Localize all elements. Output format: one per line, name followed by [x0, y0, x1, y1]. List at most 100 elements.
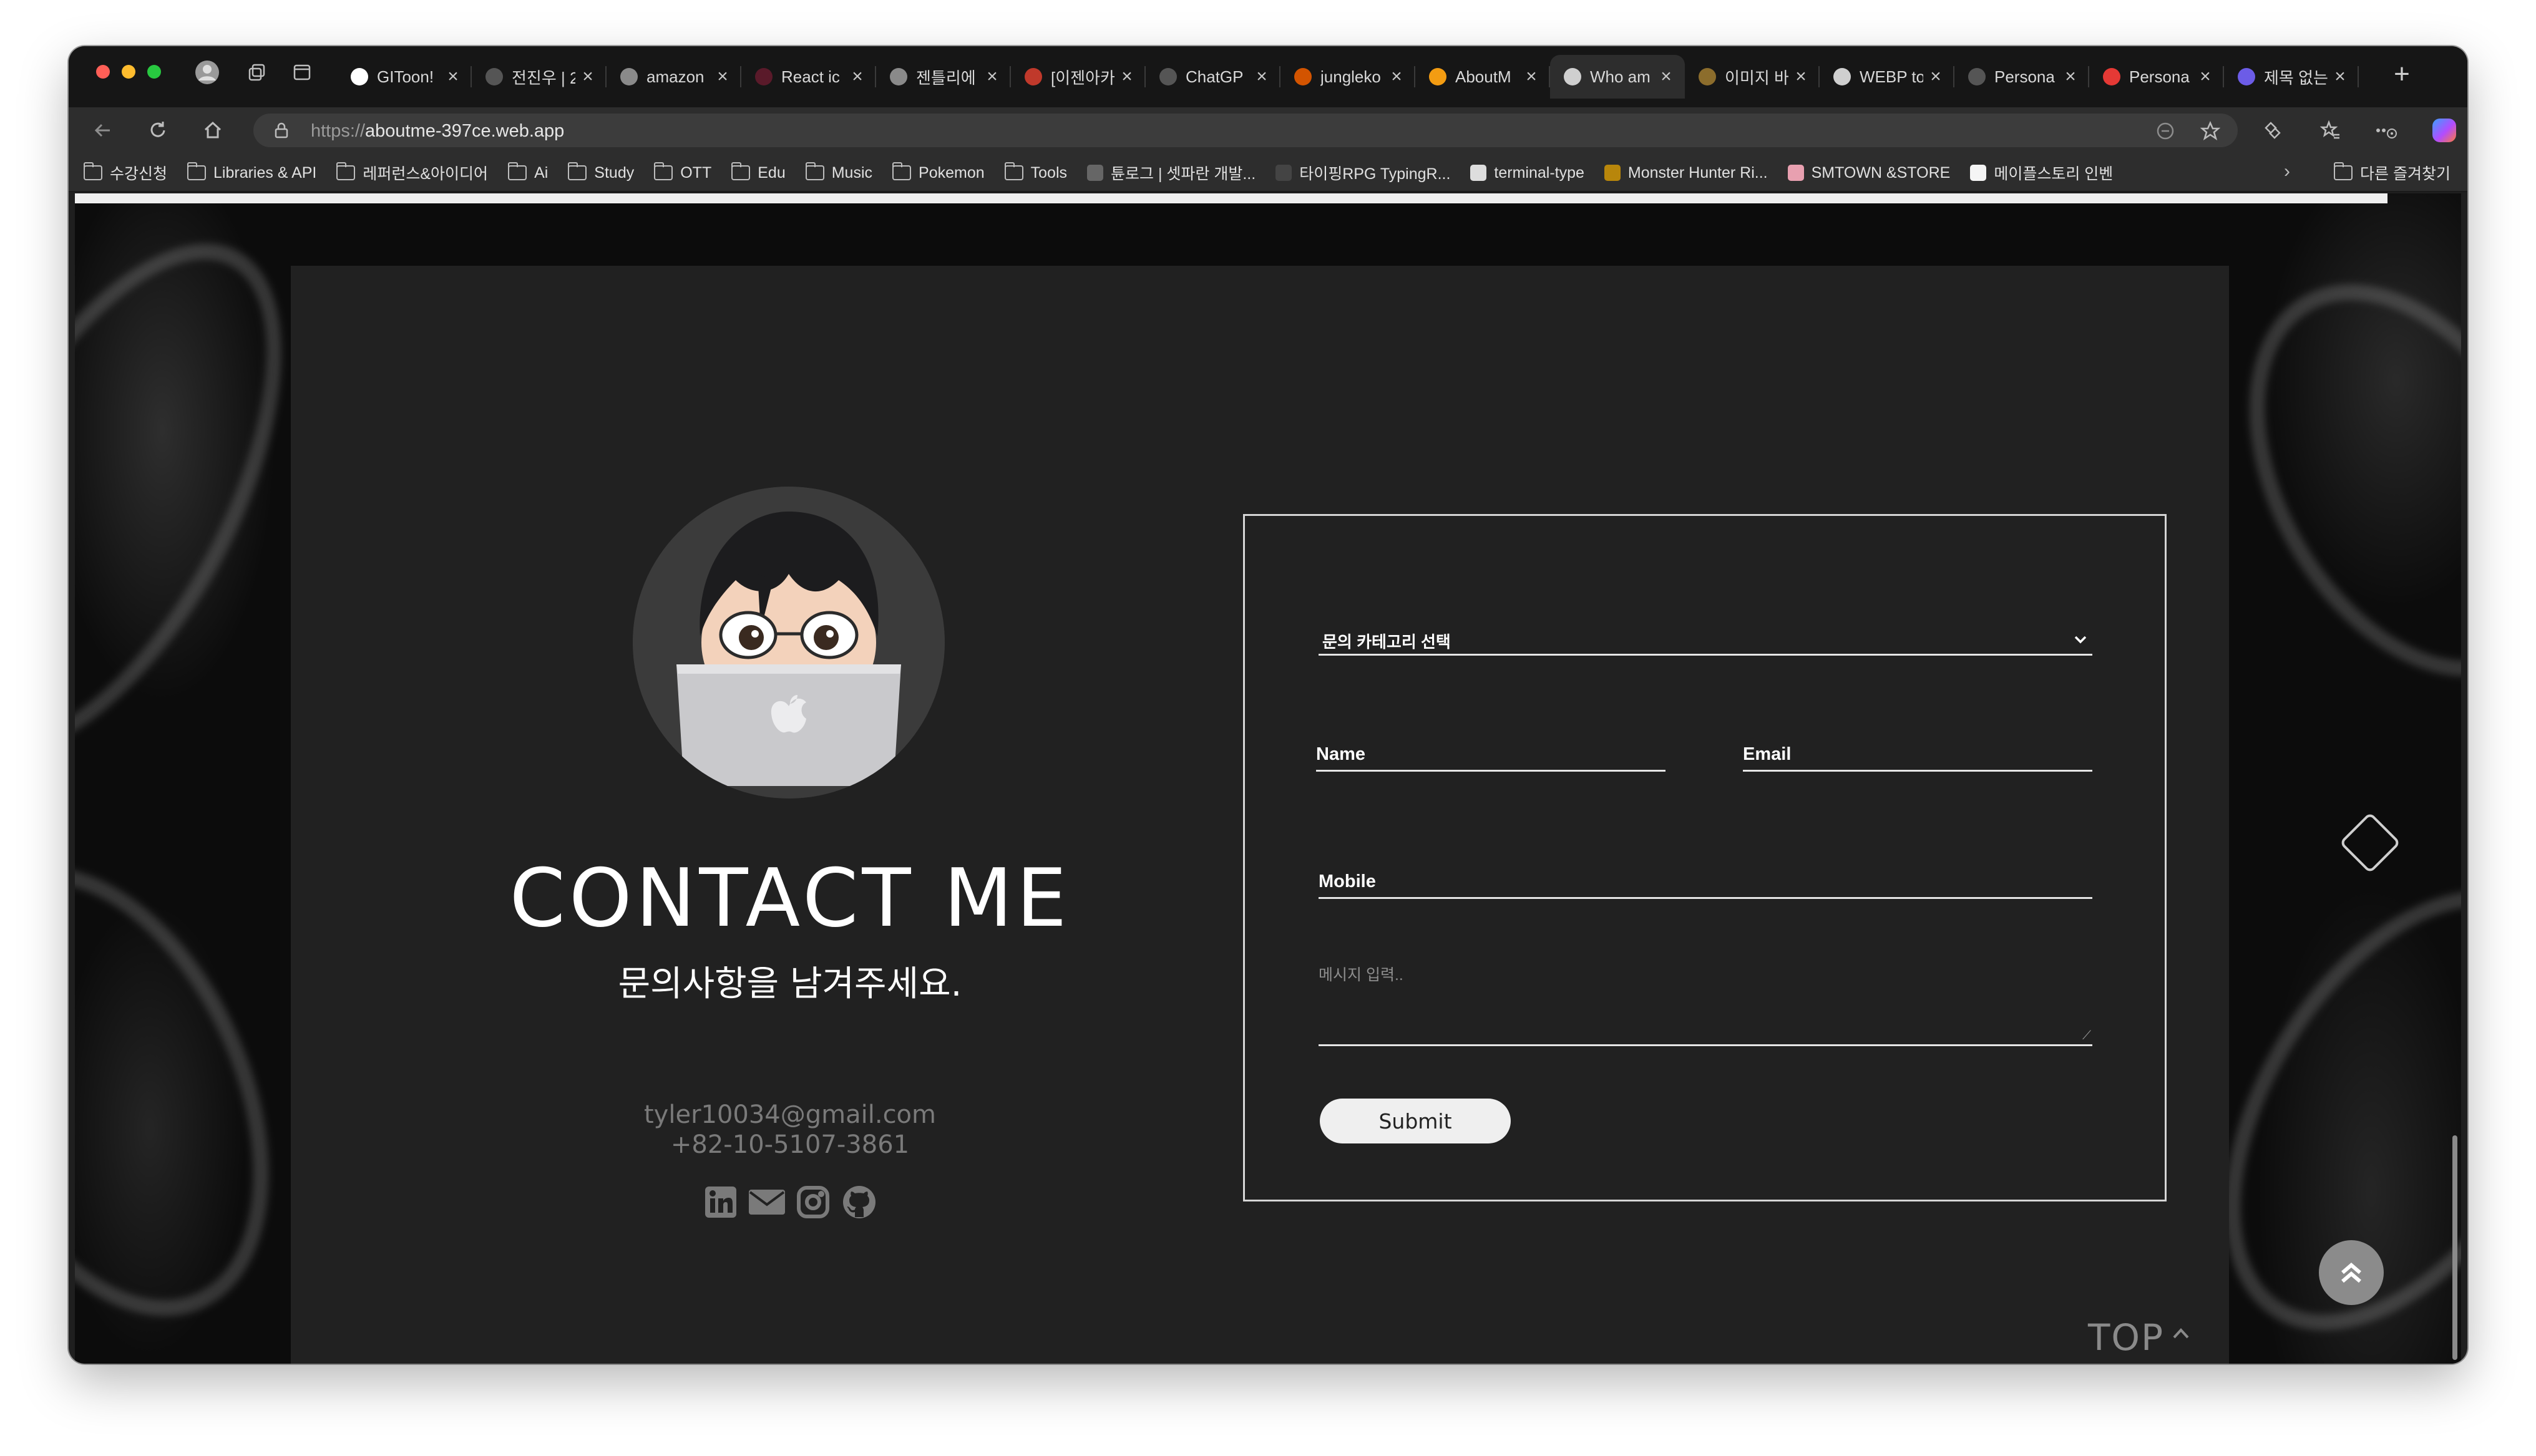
profile-icon[interactable]: [193, 59, 221, 86]
address-bar[interactable]: https://aboutme-397ce.web.app: [253, 114, 2238, 147]
tab-label: Persona: [2129, 67, 2190, 86]
close-icon[interactable]: ×: [1659, 66, 1674, 87]
browser-tab[interactable]: Who am ×: [1550, 55, 1685, 99]
browser-tab[interactable]: GIToon! ×: [337, 55, 472, 99]
workspaces-icon[interactable]: [243, 59, 271, 86]
close-icon[interactable]: ×: [1389, 66, 1404, 87]
diamond-nav-icon[interactable]: [2339, 812, 2401, 874]
browser-tab[interactable]: 젠틀리에 ×: [876, 55, 1011, 99]
bookmark-folder[interactable]: Pokemon: [892, 162, 985, 182]
close-icon[interactable]: ×: [1254, 66, 1269, 87]
bookmark-item[interactable]: 메이플스토리 인벤: [1970, 162, 2113, 184]
firebase-icon: [1429, 68, 1446, 85]
email-field[interactable]: Email: [1743, 734, 2092, 772]
close-icon[interactable]: ×: [1928, 66, 1943, 87]
browser-tab[interactable]: amazon ×: [607, 55, 741, 99]
contact-phone[interactable]: +82-10-5107-3861: [509, 1130, 1071, 1159]
new-tab-button[interactable]: +: [2386, 59, 2417, 90]
browser-tab[interactable]: [이젠아카 ×: [1011, 55, 1146, 99]
browser-tab[interactable]: 이미지 바 ×: [1685, 55, 1820, 99]
bookmark-item[interactable]: terminal-type: [1470, 164, 1584, 182]
extensions-icon[interactable]: [2256, 115, 2288, 146]
top-link[interactable]: TOP: [2088, 1316, 2190, 1359]
close-window-button[interactable]: [96, 65, 110, 79]
back-button[interactable]: [87, 115, 119, 146]
bookmark-item[interactable]: 타이핑RPG TypingR...: [1275, 162, 1450, 184]
message-placeholder: 메시지 입력..: [1319, 966, 1403, 984]
browser-tab[interactable]: Persona ×: [2089, 55, 2224, 99]
site-icon: [485, 68, 503, 85]
close-icon[interactable]: ×: [2198, 66, 2213, 87]
vertical-scrollbar[interactable]: [2452, 1135, 2457, 1360]
bookmark-folder[interactable]: Music: [805, 162, 872, 182]
close-icon[interactable]: ×: [1524, 66, 1539, 87]
browser-tab[interactable]: ChatGP ×: [1146, 55, 1280, 99]
browser-tab[interactable]: 제목 없는 ×: [2224, 55, 2359, 99]
bookmark-folder[interactable]: 수강신청: [84, 162, 167, 184]
favorites-icon[interactable]: [2315, 115, 2346, 146]
github-icon[interactable]: [840, 1183, 879, 1221]
browser-tab[interactable]: 전진우 | 2 ×: [472, 55, 607, 99]
browser-tab[interactable]: React ic ×: [741, 55, 876, 99]
instagram-icon[interactable]: [794, 1183, 832, 1221]
home-button[interactable]: [197, 115, 228, 146]
more-menu-icon[interactable]: [2371, 115, 2402, 146]
maximize-window-button[interactable]: [147, 65, 161, 79]
bookmark-folder[interactable]: Tools: [1004, 162, 1067, 182]
favorite-star-icon[interactable]: [2198, 119, 2223, 143]
message-textarea[interactable]: 메시지 입력.. ⟋: [1319, 955, 2092, 1046]
bookmark-label: Edu: [758, 163, 786, 182]
close-icon[interactable]: ×: [1793, 66, 1808, 87]
bookmark-folder[interactable]: OTT: [654, 162, 711, 182]
resize-handle-icon[interactable]: ⟋: [2082, 1029, 2091, 1043]
lock-icon[interactable]: [272, 121, 291, 140]
bookmark-item[interactable]: SMTOWN &STORE: [1787, 164, 1950, 182]
name-field[interactable]: Name: [1316, 734, 1665, 772]
tab-label: 전진우 | 2: [512, 68, 575, 87]
close-icon[interactable]: ×: [446, 66, 461, 87]
mail-icon[interactable]: [748, 1183, 786, 1221]
copilot-icon[interactable]: [2432, 119, 2456, 142]
bookmark-item[interactable]: 튠로그 | 셋파란 개발...: [1087, 162, 1256, 184]
folder-icon: [336, 162, 356, 180]
close-icon[interactable]: ×: [850, 66, 865, 87]
vertical-tabs-icon[interactable]: [288, 59, 316, 86]
tab-label: jungleko: [1320, 67, 1381, 86]
site-favicon-icon: [1087, 165, 1104, 181]
bookmark-label: 튠로그 | 셋파란 개발...: [1111, 165, 1256, 183]
browser-tab[interactable]: AboutM ×: [1415, 55, 1550, 99]
submit-button[interactable]: Submit: [1320, 1099, 1511, 1143]
bookmark-folder[interactable]: Study: [568, 162, 634, 182]
tab-label: 젠틀리에: [916, 68, 976, 87]
browser-tab[interactable]: jungleko ×: [1280, 55, 1415, 99]
arrow-icon: [1968, 68, 1986, 85]
scroll-progress-bar: [75, 193, 2387, 203]
scroll-to-top-button[interactable]: [2319, 1240, 2384, 1305]
reload-button[interactable]: [142, 115, 173, 146]
close-icon[interactable]: ×: [580, 66, 595, 87]
chevron-right-icon[interactable]: ›: [2284, 161, 2290, 182]
bookmark-folder[interactable]: 레퍼런스&아이디어: [336, 162, 488, 184]
close-icon[interactable]: ×: [2333, 66, 2348, 87]
close-icon[interactable]: ×: [715, 66, 730, 87]
folder-icon: [731, 162, 751, 180]
bookmark-item[interactable]: Monster Hunter Ri...: [1604, 164, 1768, 182]
browser-tab[interactable]: WEBP to ×: [1820, 55, 1954, 99]
minimize-window-button[interactable]: [122, 65, 135, 79]
gmail-icon: [1025, 68, 1042, 85]
chevron-down-icon: [2074, 629, 2087, 649]
mobile-field[interactable]: Mobile: [1319, 861, 2092, 899]
browser-tab[interactable]: Persona ×: [1954, 55, 2089, 99]
close-icon[interactable]: ×: [1119, 66, 1134, 87]
bookmark-folder[interactable]: Libraries & API: [187, 162, 316, 182]
bookmark-folder[interactable]: Ai: [508, 162, 548, 182]
contact-email[interactable]: tyler10034@gmail.com: [509, 1100, 1071, 1129]
other-bookmarks-folder[interactable]: 다른 즐겨찾기: [2334, 153, 2467, 192]
close-icon[interactable]: ×: [2063, 66, 2078, 87]
bookmark-label: Monster Hunter Ri...: [1627, 163, 1768, 182]
reader-mode-icon[interactable]: [2153, 119, 2178, 143]
category-select[interactable]: 문의 카테고리 선택: [1319, 623, 2092, 656]
linkedin-icon[interactable]: [701, 1183, 740, 1221]
bookmark-folder[interactable]: Edu: [731, 162, 786, 182]
close-icon[interactable]: ×: [985, 66, 1000, 87]
